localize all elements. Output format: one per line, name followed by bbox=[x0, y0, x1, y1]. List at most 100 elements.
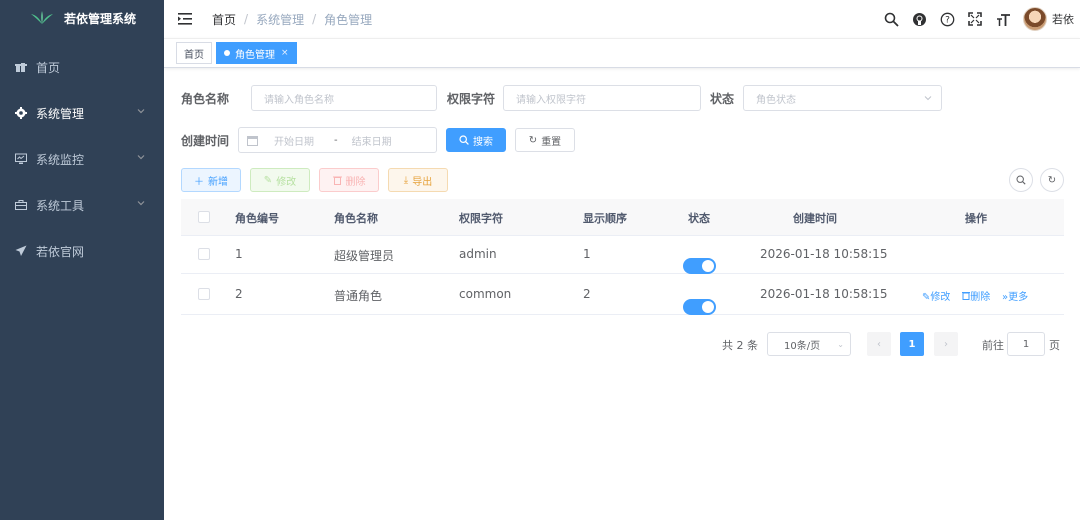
monitor-icon bbox=[14, 152, 28, 166]
row-more-link[interactable]: »更多 bbox=[1002, 292, 1028, 303]
app-title: 若依管理系统 bbox=[64, 11, 137, 26]
send-icon bbox=[14, 244, 28, 258]
search-button-label: 搜索 bbox=[473, 136, 493, 148]
role-key-input[interactable]: 请输入权限字符 bbox=[503, 85, 701, 111]
fullscreen-icon[interactable] bbox=[967, 11, 983, 27]
sidebar-item-label: 若依官网 bbox=[36, 244, 85, 259]
chevron-down-icon bbox=[137, 201, 145, 206]
row-delete-label: 删除 bbox=[970, 292, 991, 303]
reset-button[interactable]: ↻ 重置 bbox=[515, 128, 575, 152]
role-id: 1 bbox=[235, 247, 243, 261]
sidebar-item-label: 系统工具 bbox=[36, 198, 85, 213]
search-icon[interactable] bbox=[883, 11, 899, 27]
edit-icon: ✎ bbox=[263, 174, 273, 186]
reset-button-label: 重置 bbox=[541, 136, 562, 148]
chevron-down-icon: ⌄ bbox=[837, 340, 844, 349]
add-button[interactable]: ＋ 新增 bbox=[181, 168, 241, 192]
role-name: 超级管理员 bbox=[334, 249, 395, 263]
goto-page-input[interactable]: 1 bbox=[1007, 332, 1045, 356]
column-header: 操作 bbox=[965, 212, 987, 225]
role-name-label: 角色名称 bbox=[181, 91, 230, 106]
row-checkbox[interactable] bbox=[198, 248, 210, 260]
hamburger-icon[interactable] bbox=[178, 12, 192, 26]
toggle-knob bbox=[702, 301, 714, 313]
tag-home[interactable]: 首页 bbox=[176, 42, 212, 64]
role-key-label: 权限字符 bbox=[447, 91, 496, 106]
sidebar-item-monitor[interactable]: 系统监控 bbox=[0, 136, 164, 182]
role-sort: 1 bbox=[583, 247, 591, 261]
sidebar-item-website[interactable]: 若依官网 bbox=[0, 228, 164, 274]
toggle-knob bbox=[702, 259, 714, 272]
edit-button-label: 修改 bbox=[276, 176, 297, 188]
github-icon[interactable] bbox=[911, 11, 927, 27]
status-placeholder: 角色状态 bbox=[756, 94, 796, 106]
export-button-label: 导出 bbox=[412, 176, 433, 188]
sidebar-item-tools[interactable]: 系统工具 bbox=[0, 182, 164, 228]
edit-button[interactable]: ✎ 修改 bbox=[250, 168, 310, 192]
sidebar-menu: 首页 系统管理 系统监控 系统工具 若依官网 bbox=[0, 44, 164, 274]
toggle-search-button[interactable] bbox=[1009, 168, 1033, 192]
pagination: 共 2 条 10条/页 ⌄ ‹ 1 › 前往 1 页 bbox=[164, 332, 1080, 356]
select-all-checkbox[interactable] bbox=[198, 211, 210, 223]
created-time: 2026-01-18 10:58:15 bbox=[760, 287, 888, 301]
page-size-value: 10条/页 bbox=[784, 340, 821, 352]
refresh-icon: ↻ bbox=[1047, 174, 1057, 186]
font-size-icon[interactable] bbox=[995, 11, 1011, 27]
role-id: 2 bbox=[235, 287, 243, 301]
username[interactable]: 若依 bbox=[1052, 11, 1074, 27]
export-button[interactable]: ⤓ 导出 bbox=[388, 168, 448, 192]
column-header: 角色名称 bbox=[334, 212, 378, 225]
tag-label: 角色管理 bbox=[235, 49, 275, 61]
close-icon[interactable]: × bbox=[281, 48, 289, 58]
avatar[interactable] bbox=[1023, 7, 1047, 31]
tags-view: 首页 角色管理 × bbox=[164, 38, 1080, 68]
sidebar-item-home[interactable]: 首页 bbox=[0, 44, 164, 90]
date-range-picker[interactable]: 开始日期 - 结束日期 bbox=[238, 127, 437, 153]
dashboard-icon bbox=[14, 60, 28, 74]
status-toggle[interactable] bbox=[683, 257, 716, 274]
sidebar: 若依管理系统 首页 系统管理 系统监控 系统工具 若依官网 bbox=[0, 0, 164, 520]
row-delete-link[interactable]: 删除 bbox=[962, 292, 990, 303]
breadcrumb-system: 系统管理 bbox=[256, 12, 305, 27]
toolbox-icon bbox=[14, 198, 28, 212]
breadcrumb-home[interactable]: 首页 bbox=[212, 11, 236, 28]
row-edit-link[interactable]: ✎修改 bbox=[922, 292, 950, 303]
breadcrumb-current: 角色管理 bbox=[324, 12, 373, 27]
role-table: 角色编号 角色名称 权限字符 显示顺序 状态 创建时间 操作 1 超级管理员 a… bbox=[181, 199, 1064, 315]
logo[interactable]: 若依管理系统 bbox=[0, 0, 164, 36]
navbar: 首页 / 系统管理 / 角色管理 ? 若依 bbox=[164, 0, 1080, 38]
main-content: 角色名称 请输入角色名称 权限字符 请输入权限字符 状态 角色状态 创建时间 开… bbox=[164, 68, 1080, 520]
sidebar-item-system[interactable]: 系统管理 bbox=[0, 90, 164, 136]
status-toggle[interactable] bbox=[683, 299, 716, 315]
row-actions: ✎修改 删除 »更多 bbox=[922, 288, 1036, 303]
page-number-button[interactable]: 1 bbox=[900, 332, 924, 356]
search-row-2: 创建时间 开始日期 - 结束日期 搜索 ↻ 重置 bbox=[181, 127, 575, 153]
sidebar-item-label: 系统管理 bbox=[36, 106, 85, 121]
breadcrumb: 首页 / 系统管理 / 角色管理 bbox=[212, 11, 372, 28]
next-page-button[interactable]: › bbox=[934, 332, 958, 356]
role-name-placeholder: 请输入角色名称 bbox=[264, 94, 334, 106]
row-checkbox[interactable] bbox=[198, 288, 210, 300]
status-select[interactable]: 角色状态 bbox=[743, 85, 942, 111]
table-header: 角色编号 角色名称 权限字符 显示顺序 状态 创建时间 操作 bbox=[181, 199, 1064, 236]
svg-text:?: ? bbox=[945, 15, 950, 25]
start-date-placeholder: 开始日期 bbox=[274, 136, 314, 148]
calendar-icon bbox=[247, 135, 258, 146]
tag-role-management[interactable]: 角色管理 × bbox=[216, 42, 297, 64]
question-icon[interactable]: ? bbox=[939, 11, 955, 27]
refresh-button[interactable]: ↻ bbox=[1040, 168, 1064, 192]
page-size-select[interactable]: 10条/页 ⌄ bbox=[767, 332, 851, 356]
refresh-icon: ↻ bbox=[528, 134, 538, 146]
breadcrumb-separator: / bbox=[244, 12, 249, 26]
search-button[interactable]: 搜索 bbox=[446, 128, 506, 152]
created-time-label: 创建时间 bbox=[181, 133, 230, 148]
delete-button[interactable]: 删除 bbox=[319, 168, 379, 192]
column-header: 显示顺序 bbox=[583, 212, 627, 225]
column-header: 创建时间 bbox=[793, 212, 837, 225]
table-row: 1 超级管理员 admin 1 2026-01-18 10:58:15 bbox=[181, 236, 1064, 274]
role-name-input[interactable]: 请输入角色名称 bbox=[251, 85, 437, 111]
sidebar-item-label: 系统监控 bbox=[36, 152, 85, 167]
created-time: 2026-01-18 10:58:15 bbox=[760, 247, 888, 261]
role-key: admin bbox=[459, 247, 497, 261]
prev-page-button[interactable]: ‹ bbox=[867, 332, 891, 356]
